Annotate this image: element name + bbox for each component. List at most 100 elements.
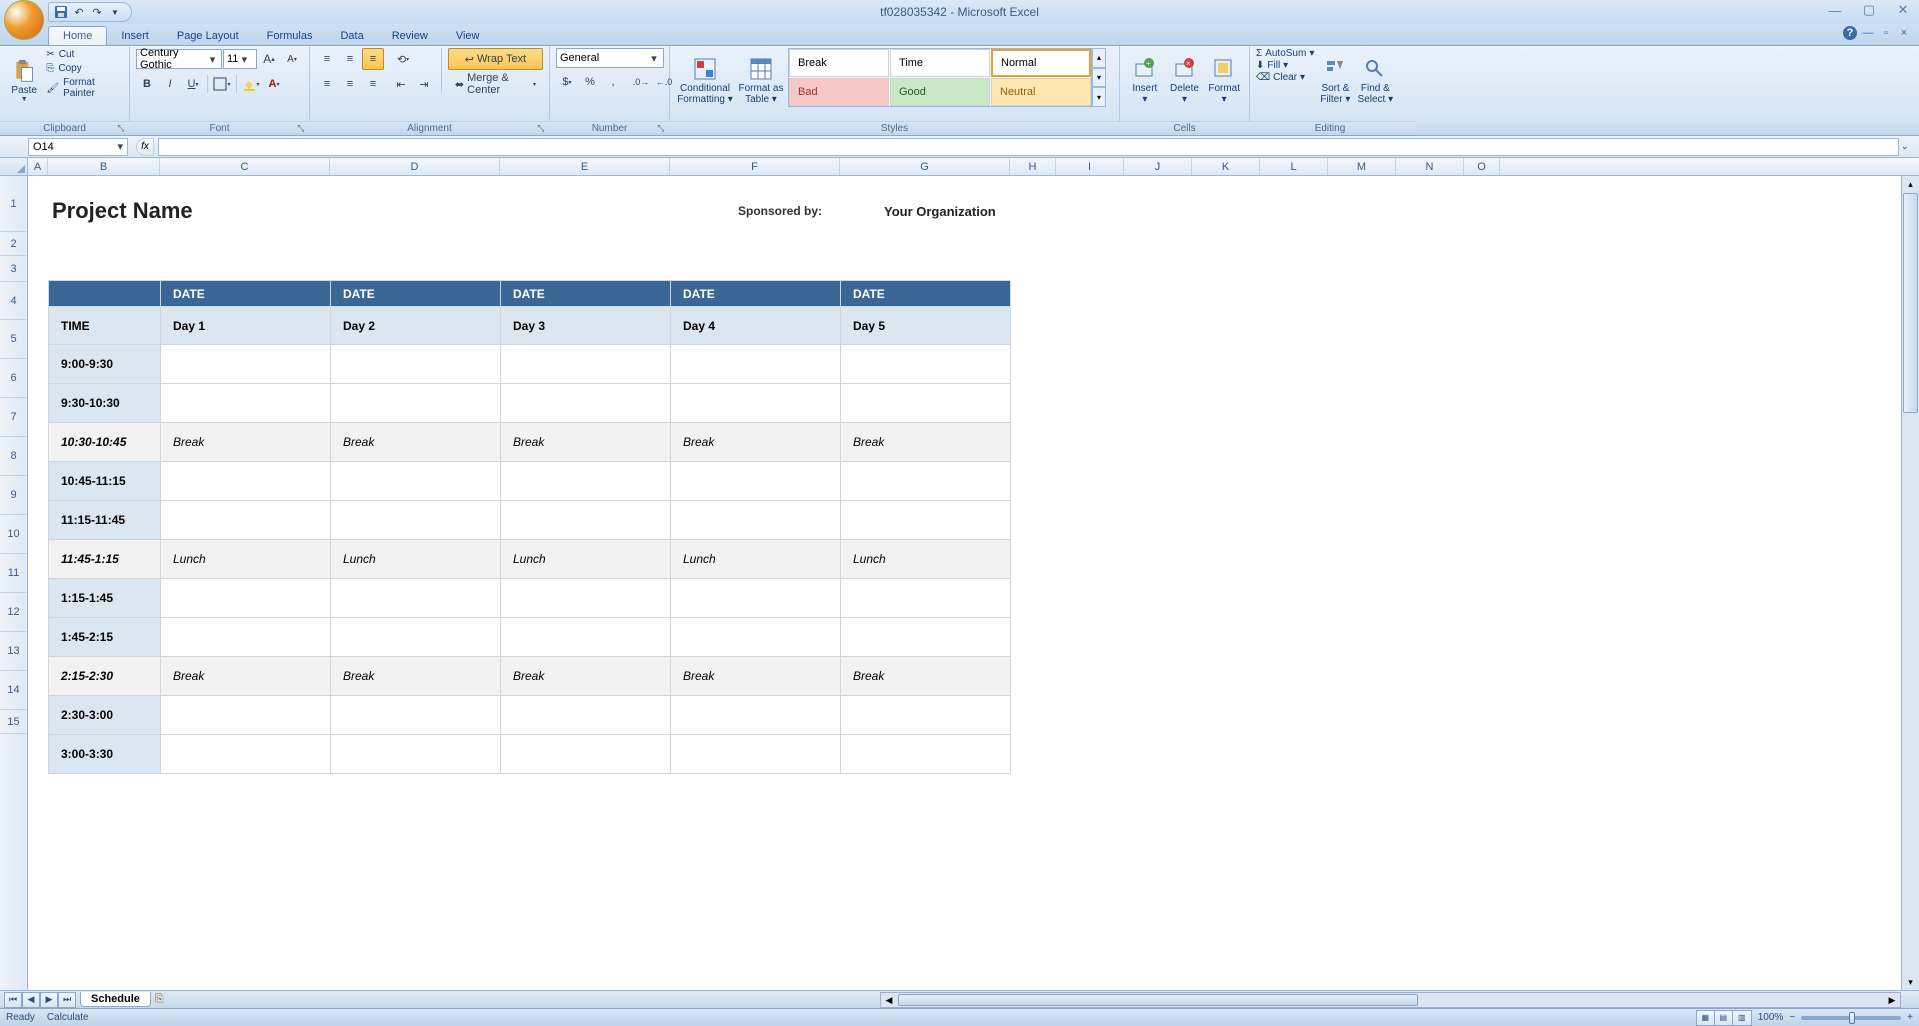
row-header[interactable]: 10 (0, 515, 27, 554)
align-bottom-icon[interactable]: ≡ (362, 48, 384, 70)
align-right-icon[interactable]: ≡ (362, 73, 384, 95)
scroll-left-icon[interactable]: ◀ (881, 993, 897, 1007)
border-button[interactable]: ▾ (211, 73, 233, 95)
schedule-cell[interactable]: Break (501, 657, 671, 696)
sort-filter-button[interactable]: Sort &Filter ▾ (1316, 48, 1354, 114)
autosum-button[interactable]: ΣAutoSum ▾ (1256, 48, 1314, 59)
schedule-cell[interactable]: Break (671, 423, 841, 462)
schedule-cell[interactable]: Break (331, 657, 501, 696)
time-cell[interactable]: 2:15-2:30 (49, 657, 161, 696)
scroll-down-icon[interactable]: ▾ (1902, 974, 1919, 990)
schedule-cell[interactable] (671, 384, 841, 423)
close-button[interactable]: ✕ (1893, 2, 1913, 18)
delete-cells-button[interactable]: × Delete▾ (1166, 48, 1204, 114)
conditional-formatting-button[interactable]: ConditionalFormatting ▾ (676, 48, 734, 114)
zoom-out-icon[interactable]: − (1789, 1012, 1795, 1023)
page-layout-view-icon[interactable]: ▤ (1715, 1011, 1733, 1025)
schedule-cell[interactable]: Break (841, 657, 1011, 696)
normal-view-icon[interactable]: ▦ (1697, 1011, 1715, 1025)
schedule-cell[interactable] (841, 345, 1011, 384)
style-normal[interactable]: Normal (991, 49, 1091, 77)
column-header[interactable]: I (1056, 158, 1124, 175)
format-cells-button[interactable]: Format▾ (1205, 48, 1243, 114)
schedule-cell[interactable] (841, 618, 1011, 657)
row-header[interactable]: 4 (0, 282, 27, 320)
schedule-cell[interactable] (331, 696, 501, 735)
time-cell[interactable]: 10:45-11:15 (49, 462, 161, 501)
qat-customize-icon[interactable]: ▼ (107, 4, 123, 20)
schedule-cell[interactable] (161, 579, 331, 618)
schedule-cell[interactable] (161, 462, 331, 501)
time-cell[interactable]: 11:15-11:45 (49, 501, 161, 540)
orientation-icon[interactable]: ⟲▾ (392, 48, 414, 70)
hscroll-thumb[interactable] (898, 994, 1418, 1006)
row-header[interactable]: 11 (0, 554, 27, 593)
sheet-next-icon[interactable]: ▶ (40, 992, 58, 1008)
schedule-cell[interactable] (331, 462, 501, 501)
clear-button[interactable]: ⌫Clear ▾ (1256, 72, 1314, 83)
schedule-cell[interactable]: Lunch (671, 540, 841, 579)
schedule-cell[interactable] (671, 501, 841, 540)
minimize-button[interactable]: — (1825, 2, 1845, 18)
ribbon-restore-icon[interactable]: ▫ (1879, 26, 1893, 40)
schedule-cell[interactable]: Break (841, 423, 1011, 462)
cells-area[interactable]: Project Name Sponsored by: Your Organiza… (28, 176, 1919, 990)
ribbon-minimize-icon[interactable]: — (1861, 26, 1875, 40)
time-cell[interactable]: 11:45-1:15 (49, 540, 161, 579)
align-middle-icon[interactable]: ≡ (339, 48, 361, 70)
chevron-down-icon[interactable]: ▾ (207, 53, 218, 66)
column-header[interactable]: N (1396, 158, 1464, 175)
schedule-cell[interactable] (501, 501, 671, 540)
save-icon[interactable] (53, 4, 69, 20)
time-cell[interactable]: 9:30-10:30 (49, 384, 161, 423)
row-header[interactable]: 3 (0, 256, 27, 282)
time-cell[interactable]: 1:15-1:45 (49, 579, 161, 618)
schedule-cell[interactable] (671, 579, 841, 618)
schedule-cell[interactable] (671, 735, 841, 774)
decrease-font-icon[interactable]: A▾ (281, 48, 303, 70)
schedule-cell[interactable]: Lunch (161, 540, 331, 579)
italic-button[interactable]: I (159, 73, 181, 95)
cut-button[interactable]: ✂Cut (44, 48, 123, 61)
time-cell[interactable]: 2:30-3:00 (49, 696, 161, 735)
schedule-cell[interactable] (161, 696, 331, 735)
row-header[interactable]: 9 (0, 476, 27, 515)
style-neutral[interactable]: Neutral (991, 78, 1091, 106)
tab-home[interactable]: Home (48, 26, 107, 45)
copy-button[interactable]: ⎘Copy (44, 62, 123, 75)
time-cell[interactable]: 1:45-2:15 (49, 618, 161, 657)
sheet-tab-schedule[interactable]: Schedule (80, 992, 151, 1007)
font-size-combo[interactable]: 11▾ (223, 49, 257, 69)
decrease-indent-icon[interactable]: ⇤ (390, 73, 412, 95)
horizontal-scrollbar[interactable]: ◀ ▶ (880, 992, 1901, 1008)
schedule-cell[interactable]: Break (671, 657, 841, 696)
schedule-cell[interactable] (501, 462, 671, 501)
column-header[interactable]: E (500, 158, 670, 175)
schedule-cell[interactable] (501, 579, 671, 618)
style-good[interactable]: Good (890, 78, 990, 106)
insert-cells-button[interactable]: + Insert▾ (1126, 48, 1164, 114)
schedule-cell[interactable] (161, 384, 331, 423)
schedule-cell[interactable]: Break (161, 423, 331, 462)
percent-format-icon[interactable]: % (579, 71, 601, 93)
fill-button[interactable]: ⬇Fill ▾ (1256, 60, 1314, 71)
column-header[interactable]: D (330, 158, 500, 175)
tab-data[interactable]: Data (326, 27, 377, 45)
help-icon[interactable]: ? (1843, 26, 1857, 40)
schedule-cell[interactable] (501, 384, 671, 423)
row-header[interactable]: 8 (0, 437, 27, 476)
format-painter-button[interactable]: 🖌Format Painter (44, 76, 123, 100)
merge-center-button[interactable]: ⬌ Merge & Center ▾ (448, 73, 543, 95)
fill-color-button[interactable]: ▾ (240, 73, 262, 95)
time-cell[interactable]: 10:30-10:45 (49, 423, 161, 462)
maximize-button[interactable]: ▢ (1859, 2, 1879, 18)
increase-decimal-icon[interactable]: .0→ (630, 71, 652, 93)
schedule-cell[interactable] (331, 345, 501, 384)
ribbon-close-icon[interactable]: × (1897, 26, 1911, 40)
comma-format-icon[interactable]: , (602, 71, 624, 93)
schedule-cell[interactable] (841, 462, 1011, 501)
schedule-cell[interactable] (501, 696, 671, 735)
underline-button[interactable]: U▾ (182, 73, 204, 95)
schedule-cell[interactable] (671, 618, 841, 657)
schedule-cell[interactable] (671, 462, 841, 501)
